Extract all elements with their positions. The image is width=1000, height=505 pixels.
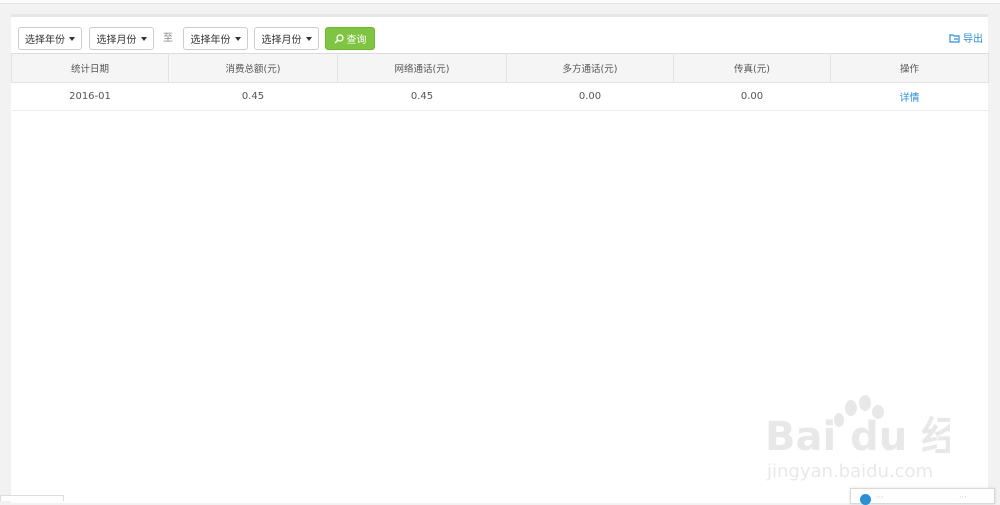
cell-network-call: 0.45 — [337, 82, 507, 111]
start-month-dropdown[interactable]: 选择月份 — [89, 27, 154, 50]
column-header-actions: 操作 — [830, 53, 989, 83]
export-label: 导出 — [963, 34, 983, 45]
baidu-jingyan-watermark: Bai du 经验 jingyan.baidu.com — [765, 395, 950, 482]
bottom-left-tab — [0, 495, 64, 501]
table-row: 2016-01 0.45 0.45 0.00 0.00 详情 — [11, 82, 989, 111]
top-strip — [0, 0, 1000, 4]
start-month-label: 选择月份 — [96, 35, 137, 46]
column-header-total: 消费总额(元) — [168, 53, 338, 83]
query-button[interactable]: 查询 — [325, 27, 375, 50]
billing-table: 统计日期 消费总额(元) 网络通话(元) 多方通话(元) 传真(元) 操作 20… — [11, 53, 989, 111]
export-button[interactable]: 导出 — [949, 30, 983, 45]
widget-text-right: ··· — [959, 493, 967, 502]
caret-down-icon — [69, 36, 75, 41]
column-header-date: 统计日期 — [11, 53, 169, 83]
search-icon — [334, 33, 344, 43]
end-year-dropdown[interactable]: 选择年份 — [183, 27, 248, 50]
details-link[interactable]: 详情 — [900, 93, 920, 104]
caret-down-icon — [234, 36, 241, 41]
query-label: 查询 — [346, 35, 367, 46]
column-header-fax: 传真(元) — [673, 53, 831, 83]
end-year-label: 选择年份 — [190, 35, 231, 46]
widget-text-left: ··· — [876, 493, 884, 502]
cell-date: 2016-01 — [11, 82, 169, 111]
cell-fax: 0.00 — [673, 82, 831, 111]
cell-conference-call: 0.00 — [506, 82, 674, 111]
cell-total: 0.45 — [168, 82, 338, 111]
range-separator: 至 — [163, 33, 173, 44]
caret-down-icon — [140, 36, 147, 41]
caret-down-icon — [305, 36, 312, 41]
column-header-conference-call: 多方通话(元) — [506, 53, 674, 83]
table-header-row: 统计日期 消费总额(元) 网络通话(元) 多方通话(元) 传真(元) 操作 — [11, 53, 989, 83]
notification-widget[interactable]: ··· ··· — [850, 488, 995, 505]
end-month-dropdown[interactable]: 选择月份 — [254, 27, 319, 50]
export-icon — [949, 33, 960, 43]
start-year-dropdown[interactable]: 选择年份 — [18, 27, 82, 50]
column-header-network-call: 网络通话(元) — [337, 53, 507, 83]
watermark-brand: Bai du 经验 — [765, 414, 950, 460]
start-year-label: 选择年份 — [25, 35, 65, 46]
end-month-label: 选择月份 — [261, 35, 302, 46]
cell-actions: 详情 — [830, 82, 989, 111]
watermark-url: jingyan.baidu.com — [766, 461, 933, 482]
